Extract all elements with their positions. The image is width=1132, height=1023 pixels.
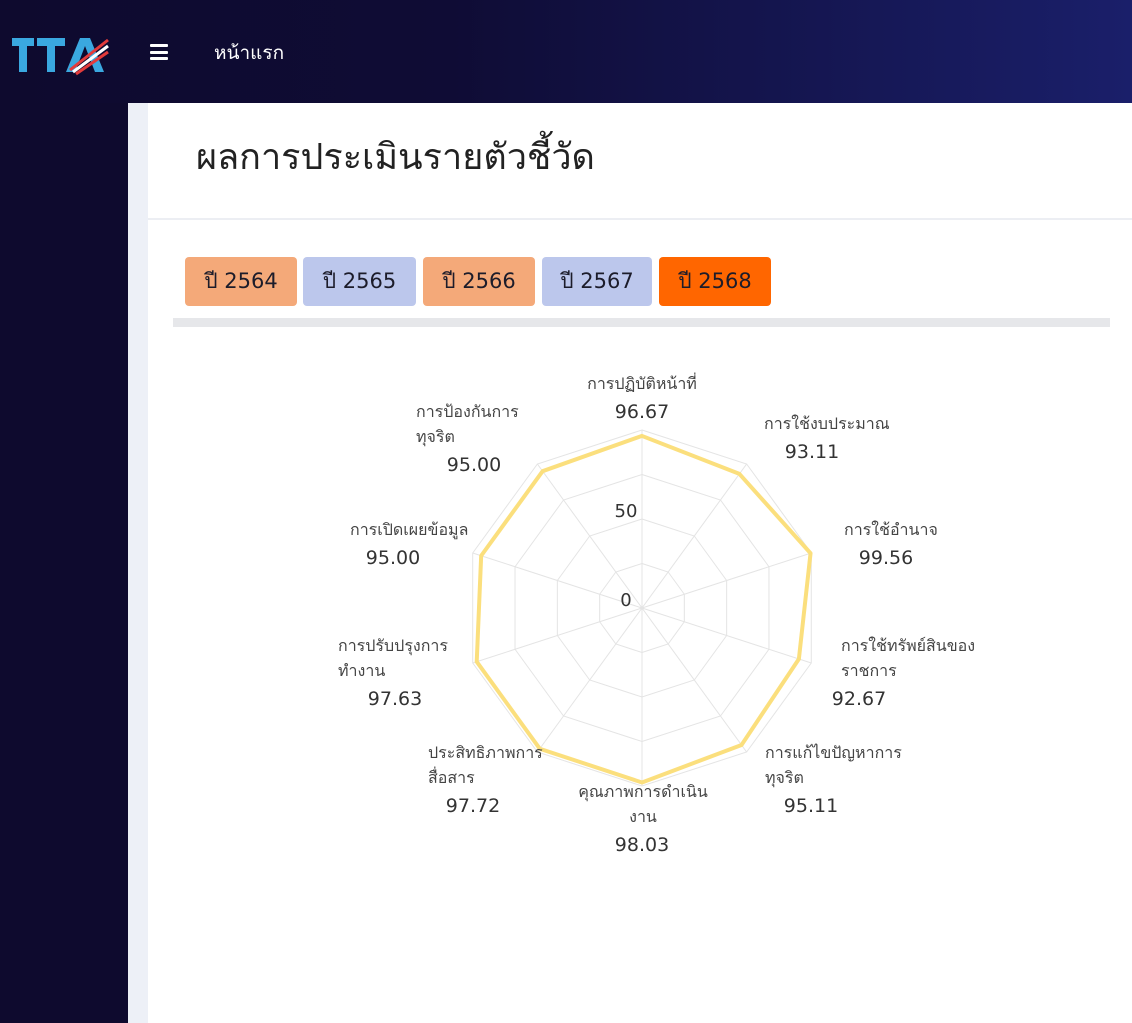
- axis-category-label: การใช้ทรัพย์สินของ: [841, 636, 975, 655]
- grid-spoke-1: [641, 463, 748, 609]
- axis-value-label: 92.67: [832, 688, 886, 710]
- hamburger-menu-icon[interactable]: [150, 44, 168, 60]
- axis-value-label: 98.03: [615, 834, 669, 856]
- axis-category-label: คุณภาพการดำเนิน: [578, 782, 708, 802]
- axis-category-label: สื่อสาร: [428, 766, 475, 787]
- axis-category-label: ทุจริต: [765, 768, 804, 788]
- sidebar: [0, 103, 128, 1023]
- home-link[interactable]: หน้าแรก: [214, 40, 284, 66]
- series-line: [474, 433, 813, 785]
- axis-category-label: ราชการ: [841, 661, 897, 680]
- axis-category-label: การเปิดเผยข้อมูล: [350, 520, 468, 540]
- r-tick-label: 0: [620, 590, 631, 611]
- axis-value-label: 99.56: [859, 547, 913, 569]
- axis-category-label: การป้องกันการ: [416, 402, 519, 421]
- sidebar-divider: [128, 103, 148, 1023]
- axis-category-label: ทำงาน: [338, 661, 385, 680]
- top-navbar: หน้าแรก: [0, 0, 1132, 103]
- axis-value-label: 95.00: [366, 547, 420, 569]
- axis-category-label: ทุจริต: [416, 427, 455, 447]
- axis-value-label: 95.11: [784, 795, 838, 817]
- axis-category-label: งาน: [629, 807, 657, 826]
- grid-spoke-6: [536, 607, 643, 753]
- axis-value-label: 93.11: [785, 441, 839, 463]
- axis-value-label: 96.67: [615, 401, 669, 423]
- axis-value-label: 97.72: [446, 795, 500, 817]
- axis-value-label: 97.63: [368, 688, 422, 710]
- axis-category-label: ประสิทธิภาพการ: [428, 743, 543, 762]
- axis-category-label: การใช้งบประมาณ: [764, 414, 890, 433]
- grid-spoke-9: [536, 463, 643, 609]
- main-content: ผลการประเมินรายตัวชี้วัด ปี 2564 ปี 2565…: [148, 103, 1132, 1023]
- axis-category-label: การปรับปรุงการ: [338, 636, 448, 656]
- axis-category-label: การใช้อำนาจ: [844, 520, 938, 539]
- r-tick-label: 50: [615, 501, 638, 522]
- grid-spoke-4: [641, 607, 748, 753]
- radar-chart: 0 50 การปฏิบัติหน้าที่ 96.67 การใช้งบประมาณ 9…: [338, 372, 975, 856]
- axis-category-label: การแก้ไขปัญหาการ: [765, 743, 902, 762]
- axis-category-label: การปฏิบัติหน้าที่: [587, 372, 697, 393]
- axis-value-label: 95.00: [447, 454, 501, 476]
- ita-logo[interactable]: [10, 30, 110, 76]
